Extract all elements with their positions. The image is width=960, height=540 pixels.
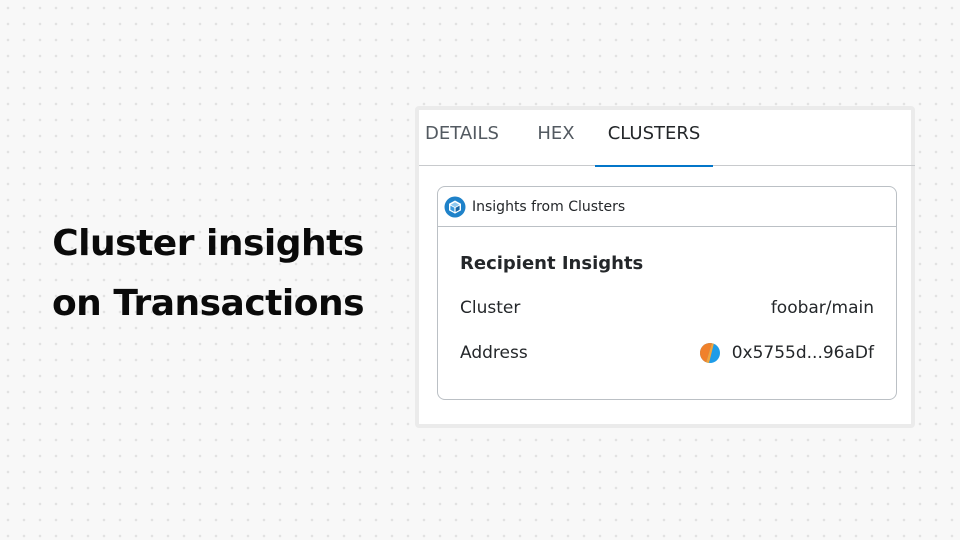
- address-value-group[interactable]: 0x5755d...96aDf: [699, 343, 874, 363]
- cube-icon: [444, 196, 466, 218]
- identicon: [699, 343, 720, 363]
- tab-details[interactable]: DETAILS: [425, 110, 505, 166]
- address-label: Address: [460, 343, 528, 363]
- cluster-label: Cluster: [460, 298, 521, 318]
- transaction-panel: DETAILS HEX CLUSTERS Insights from Clust…: [415, 106, 915, 428]
- headline-line-2: on Transactions: [51, 283, 365, 324]
- cluster-row: Cluster foobar/main: [460, 296, 874, 320]
- headline-line-1: Cluster insights: [52, 223, 364, 264]
- tab-hex[interactable]: HEX: [535, 110, 577, 166]
- tab-bar: DETAILS HEX CLUSTERS: [419, 110, 915, 167]
- cluster-value: foobar/main: [770, 298, 874, 318]
- insights-card: Insights from Clusters Recipient Insight…: [437, 186, 897, 400]
- insights-card-header: Insights from Clusters: [438, 187, 896, 227]
- recipient-insights-title: Recipient Insights: [460, 253, 644, 274]
- address-row: Address 0x5755d...96aDf: [460, 341, 874, 365]
- headline: Cluster insights on Transactions: [40, 214, 376, 334]
- insights-card-title: Insights from Clusters: [472, 198, 626, 215]
- insights-card-body: Recipient Insights Cluster foobar/main A…: [438, 227, 896, 365]
- tab-clusters[interactable]: CLUSTERS: [595, 110, 713, 167]
- address-value: 0x5755d...96aDf: [731, 343, 874, 363]
